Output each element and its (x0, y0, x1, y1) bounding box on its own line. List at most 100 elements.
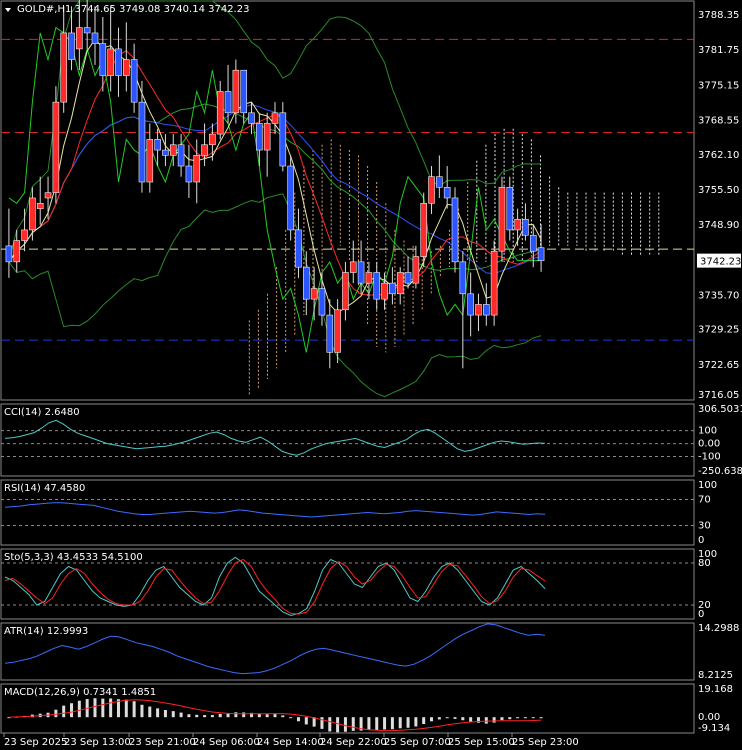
candle-body (310, 288, 318, 300)
macd-bar (109, 698, 113, 718)
macd-bar (281, 715, 285, 718)
macd-bar (508, 717, 512, 720)
sto-title: Sto(5,3,3) 43.4533 54.5100 (4, 552, 143, 563)
candle-body (248, 112, 255, 124)
macd-bar (328, 717, 332, 732)
candle-body (60, 32, 67, 103)
macd-bar (383, 717, 387, 730)
macd-bar (437, 717, 441, 720)
macd-bar (390, 717, 394, 730)
macd-bar (62, 705, 66, 718)
cci-title: CCI(14) 2.6480 (4, 407, 80, 418)
candle-body (201, 144, 208, 156)
macd-bar (531, 717, 535, 719)
macd-bar (351, 717, 355, 731)
macd-bar (461, 717, 465, 721)
candle-body (537, 247, 545, 261)
macd-bar (242, 712, 246, 718)
candle-body (483, 304, 490, 316)
candle-body (240, 69, 247, 114)
candle-body (490, 250, 498, 316)
macd-bar (430, 717, 434, 722)
candle-body (162, 149, 169, 156)
candle-body (138, 101, 146, 183)
pane-frame-rsi (0, 479, 695, 546)
candle-body (29, 197, 36, 231)
candle-body (420, 202, 427, 257)
candle-body (154, 139, 161, 151)
macd-bar (414, 717, 418, 727)
macd-bar (179, 712, 183, 718)
macd-bar (156, 708, 160, 718)
candle-body (467, 293, 474, 316)
sto-main-line (4, 556, 546, 617)
candle-body (36, 202, 44, 209)
time-axis-label: 24 Sep 06:00 (193, 737, 260, 748)
macd-bar (226, 713, 230, 718)
cci-tick-label: -100 (698, 452, 721, 463)
price-tick-label: 3755.50 (698, 185, 739, 196)
macd-bar (77, 700, 81, 718)
macd-title: MACD(12,26,9) 0.7341 1.4851 (4, 687, 157, 698)
macd-bar (210, 715, 214, 718)
pane-frame-atr (0, 622, 695, 681)
bollinger-lower (8, 193, 542, 398)
macd-bar (304, 717, 308, 725)
candle-body (76, 27, 83, 50)
price-tick-label: 3748.90 (698, 220, 739, 231)
price-tick-label: 3735.70 (698, 290, 739, 301)
macd-bar (492, 717, 496, 723)
macd-tick-label: 0.00 (698, 712, 720, 723)
candle-body (177, 144, 185, 167)
candle-body (404, 272, 412, 284)
candle-body (52, 101, 60, 193)
candle-body (365, 272, 373, 284)
price-tick-label: 3762.10 (698, 150, 739, 161)
price-tick-label: 3775.15 (698, 80, 739, 91)
macd-bar (516, 717, 520, 719)
macd-bar (273, 714, 277, 718)
macd-bar (93, 698, 97, 718)
candle-body (349, 261, 357, 273)
candle-body (303, 266, 310, 300)
candle-body (287, 165, 294, 231)
candle-body (475, 304, 482, 316)
cci-tick-label: 306.5031 (698, 404, 742, 415)
rsi-tick-label: 30 (698, 521, 711, 532)
macd-histogram (7, 698, 543, 733)
macd-bar (218, 713, 222, 718)
macd-bar (132, 701, 136, 718)
candle-body (130, 59, 138, 103)
time-axis-label: 25 Sep 23:00 (512, 737, 579, 748)
cci-tick-label: 0.00 (698, 439, 720, 450)
time-axis-label: 23 Sep 21:00 (129, 737, 196, 748)
candle-body (146, 139, 154, 183)
candle-body (428, 176, 435, 204)
macd-tick-label: -9.134 (698, 723, 730, 734)
candle-body (334, 309, 341, 353)
sto-tick-label: 80 (698, 558, 711, 569)
candle-body (295, 229, 302, 268)
price-tick-label: 3716.05 (698, 390, 739, 401)
candle-body (436, 176, 443, 188)
macd-bar (265, 714, 269, 718)
macd-bar (422, 717, 426, 725)
candle-body (326, 314, 334, 353)
macd-bar (336, 717, 340, 733)
macd-bar (398, 717, 402, 729)
candle-body (443, 187, 451, 199)
candle-body (224, 91, 232, 114)
macd-bar (187, 714, 191, 718)
candle-body (514, 218, 521, 231)
rsi-line (4, 502, 546, 518)
chikou-line (8, 26, 542, 353)
candle-body (232, 69, 240, 114)
candle-body (389, 282, 396, 295)
time-axis-label: 24 Sep 22:00 (320, 737, 387, 748)
candle-body (216, 91, 224, 135)
macd-bar (234, 712, 238, 718)
macd-bar (289, 717, 293, 719)
candle-body (185, 165, 193, 183)
candle-body (522, 218, 529, 236)
macd-bar (70, 703, 74, 718)
